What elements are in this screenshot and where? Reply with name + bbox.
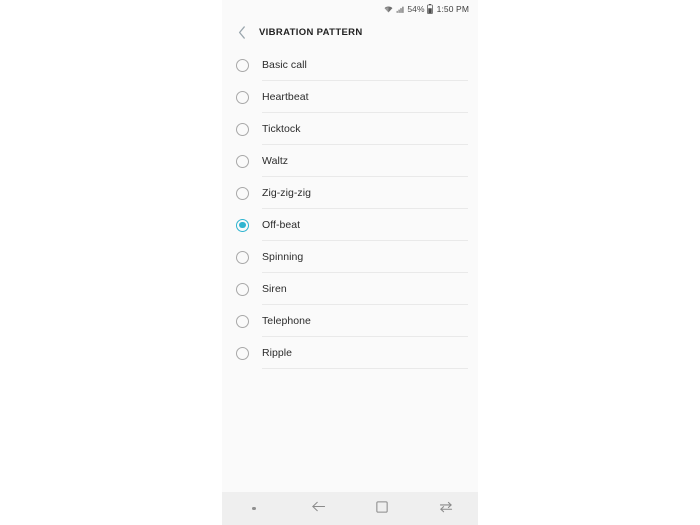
nav-home-button[interactable] (350, 492, 414, 525)
vibration-pattern-list: Basic call Heartbeat Ticktock Waltz Zig-… (222, 46, 478, 492)
radio-button-icon[interactable] (236, 58, 249, 72)
list-item[interactable]: Spinning (222, 241, 478, 273)
screenshot-root: 54% 1:50 PM VIBRATION PATTERN Basic call… (0, 0, 700, 525)
radio-button-icon[interactable] (236, 122, 249, 136)
list-item[interactable]: Basic call (222, 49, 478, 81)
status-bar: 54% 1:50 PM (222, 0, 478, 18)
status-bar-clock: 1:50 PM (436, 3, 469, 14)
radio-button-icon[interactable] (236, 250, 249, 264)
list-item-label: Waltz (262, 155, 289, 167)
radio-button-icon[interactable] (236, 90, 249, 104)
dot-indicator-icon (252, 506, 256, 511)
nav-back-button[interactable] (286, 492, 350, 525)
recents-swap-icon (439, 500, 453, 518)
list-item[interactable]: Ticktock (222, 113, 478, 145)
list-item-label: Siren (262, 283, 287, 295)
radio-button-icon[interactable] (236, 314, 249, 328)
list-item[interactable]: Waltz (222, 145, 478, 177)
radio-button-icon[interactable] (236, 346, 249, 360)
list-item[interactable]: Ripple (222, 337, 478, 369)
home-square-icon (376, 500, 388, 518)
app-bar: VIBRATION PATTERN (222, 18, 478, 46)
battery-percent-label: 54% (407, 3, 425, 14)
radio-button-icon[interactable] (236, 282, 249, 296)
back-arrow-icon (311, 500, 326, 518)
list-item-label: Ticktock (262, 123, 301, 135)
list-item-label: Spinning (262, 251, 304, 263)
radio-button-icon-selected[interactable] (236, 218, 249, 232)
list-item[interactable]: Telephone (222, 305, 478, 337)
system-navigation-bar (222, 492, 478, 525)
list-item[interactable]: Zig-zig-zig (222, 177, 478, 209)
radio-button-icon[interactable] (236, 154, 249, 168)
radio-button-icon[interactable] (236, 186, 249, 200)
nav-dot-indicator[interactable] (222, 492, 286, 525)
list-item-label: Basic call (262, 59, 307, 71)
page-title: VIBRATION PATTERN (259, 26, 363, 38)
list-item-label: Zig-zig-zig (262, 187, 311, 199)
nav-recents-button[interactable] (414, 492, 478, 525)
list-item-label: Telephone (262, 315, 311, 327)
list-item-selected[interactable]: Off-beat (222, 209, 478, 241)
back-chevron-icon[interactable] (235, 24, 249, 40)
wifi-icon (384, 5, 393, 14)
list-item-label: Off-beat (262, 219, 301, 231)
list-item-label: Ripple (262, 347, 293, 359)
phone-screen: 54% 1:50 PM VIBRATION PATTERN Basic call… (222, 0, 478, 525)
list-item[interactable]: Heartbeat (222, 81, 478, 113)
list-item[interactable]: Siren (222, 273, 478, 305)
cellular-signal-icon (396, 5, 405, 14)
list-item-label: Heartbeat (262, 91, 309, 103)
battery-icon (427, 4, 433, 14)
